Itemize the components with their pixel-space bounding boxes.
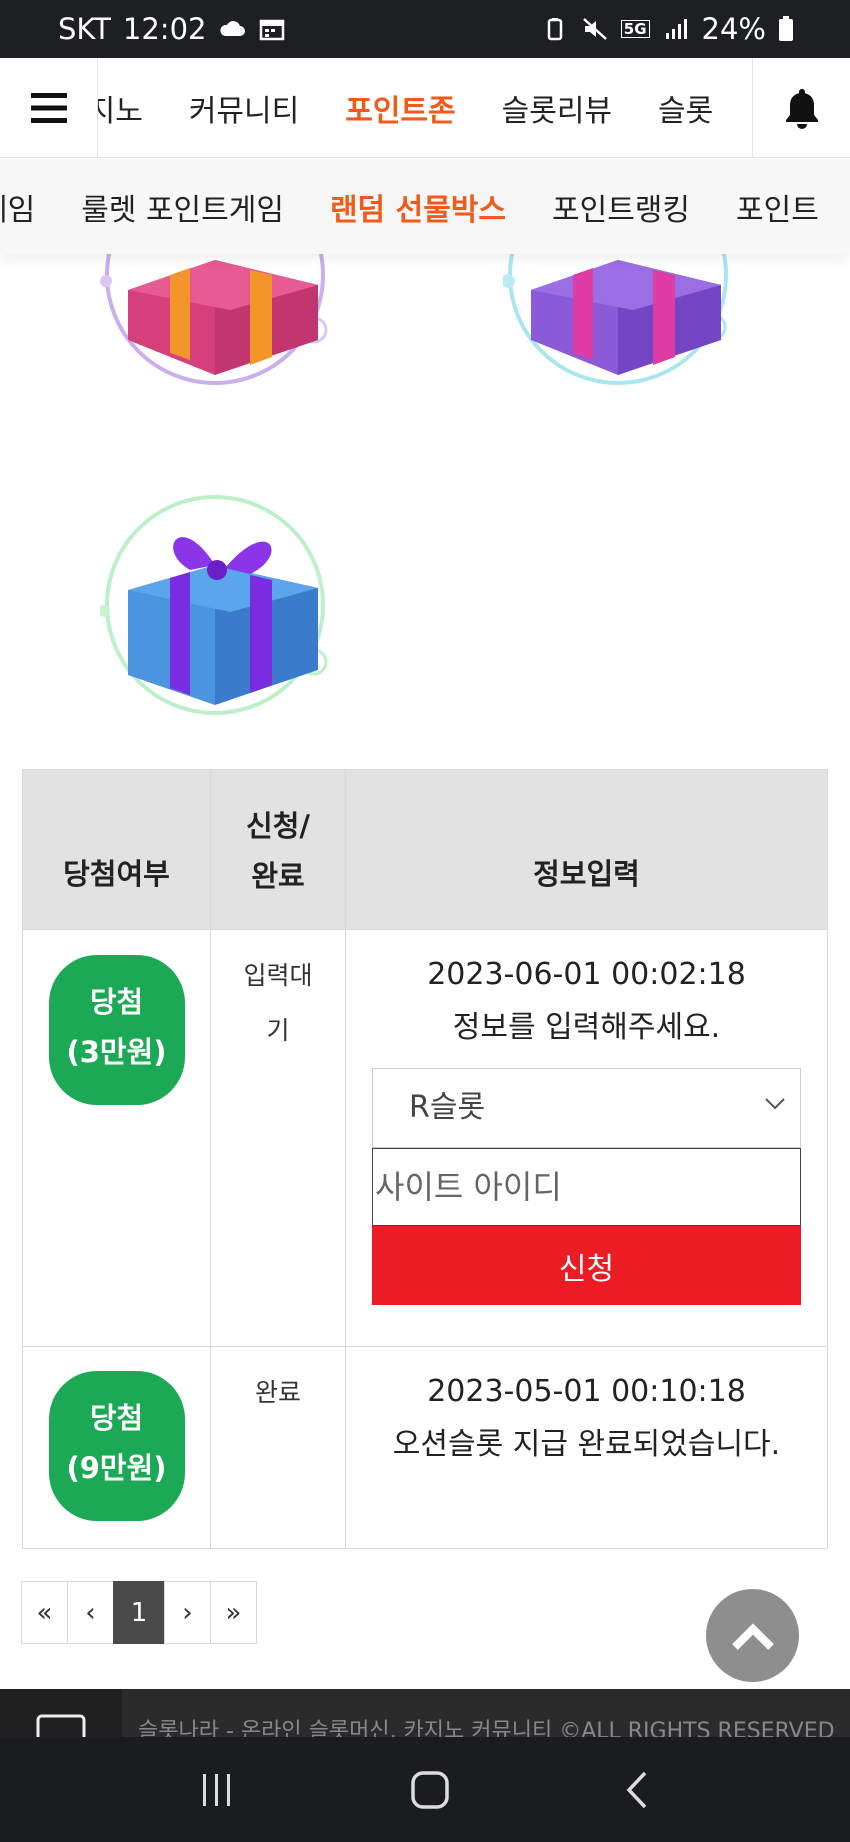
status-cell: 완료: [210, 1346, 346, 1549]
nav-item-casino[interactable]: 카지노: [98, 86, 143, 130]
footer-logo: [0, 1689, 122, 1737]
cloud-icon: [220, 21, 246, 36]
first-page-button[interactable]: «: [21, 1581, 68, 1644]
status-text-line2: 기: [266, 1016, 290, 1045]
header-status-line1: 신청/: [246, 809, 310, 843]
info-message: 오션슬롯 지급 완료되었습니다.: [392, 1427, 781, 1462]
sub-nav[interactable]: 게임 룰렛 포인트게임 랜덤 선물박스 포인트랭킹 포인트: [0, 159, 850, 254]
info-cell: 2023-06-01 00:02:18 정보를 입력해주세요. R슬롯 신청: [345, 929, 828, 1347]
result-cell: 당첨 (9만원): [22, 1346, 211, 1549]
badge-label: 당첨: [89, 1401, 144, 1435]
subnav-item-random-giftbox[interactable]: 랜덤 선물박스: [330, 185, 506, 229]
site-id-input[interactable]: [372, 1148, 801, 1226]
badge-amount: (3만원): [66, 1035, 167, 1069]
subnav-item-point-ranking[interactable]: 포인트랭킹: [552, 185, 690, 229]
bell-icon: [785, 88, 818, 129]
table-header-row: 당첨여부 신청/ 완료 정보입력: [22, 769, 828, 930]
calendar-icon: [260, 19, 285, 41]
footer-box-icon: [36, 1714, 86, 1737]
badge-label: 당첨: [89, 985, 144, 1019]
signal-icon: [665, 19, 687, 39]
prev-page-button[interactable]: ‹: [67, 1581, 114, 1644]
chevron-down-icon: [765, 1098, 785, 1110]
win-datetime: 2023-05-01 00:10:18: [427, 1374, 746, 1409]
subnav-item-game[interactable]: 게임: [0, 185, 35, 229]
nav-item-point-zone[interactable]: 포인트존: [345, 86, 455, 130]
info-message: 정보를 입력해주세요.: [452, 1010, 721, 1045]
win-badge: 당첨 (3만원): [48, 955, 185, 1105]
nav-item-community[interactable]: 커뮤니티: [189, 86, 299, 130]
pagination: « ‹ 1 › »: [21, 1581, 257, 1644]
carrier-label: SKT: [58, 12, 111, 46]
battery-saver-icon: [547, 18, 563, 41]
win-datetime: 2023-06-01 00:02:18: [427, 957, 746, 992]
apply-button[interactable]: 신청: [372, 1226, 801, 1305]
table-row: 당첨 (9만원) 완료 2023-05-01 00:10:18 오션슬롯 지급 …: [22, 1346, 828, 1549]
recent-apps-icon[interactable]: [197, 1772, 237, 1808]
system-nav-bar: [0, 1737, 850, 1842]
status-text-line1: 입력대: [243, 961, 313, 990]
back-icon[interactable]: [623, 1770, 653, 1810]
status-text-line1: 완료: [254, 1378, 301, 1407]
top-nav: 카지노 커뮤니티 포인트존 슬롯리뷰 슬롯: [0, 58, 850, 158]
top-nav-scroll[interactable]: 카지노 커뮤니티 포인트존 슬롯리뷰 슬롯: [98, 58, 752, 157]
blue-gift-box-icon[interactable]: [100, 490, 330, 720]
subnav-item-roulette[interactable]: 룰렛 포인트게임: [81, 185, 284, 229]
site-select-value: R슬롯: [409, 1090, 486, 1125]
status-cell: 입력대 기: [210, 929, 346, 1347]
header-result: 당첨여부: [22, 769, 211, 930]
notification-button[interactable]: [752, 58, 850, 157]
chevron-up-icon: [731, 1622, 774, 1650]
badge-amount: (9만원): [66, 1451, 167, 1485]
battery-percent: 24%: [701, 12, 766, 46]
page-1-button[interactable]: 1: [113, 1581, 165, 1644]
clock: 12:02: [122, 12, 207, 46]
subnav-item-point[interactable]: 포인트: [736, 185, 819, 229]
hamburger-menu-button[interactable]: [0, 58, 98, 157]
prize-table: 당첨여부 신청/ 완료 정보입력 당첨 (3만원) 입력대 기 2023-06-…: [22, 769, 828, 1549]
nav-item-slot-review[interactable]: 슬롯리뷰: [502, 86, 612, 130]
nav-item-slot[interactable]: 슬롯: [658, 86, 713, 130]
header-status: 신청/ 완료: [210, 769, 346, 930]
table-row: 당첨 (3만원) 입력대 기 2023-06-01 00:02:18 정보를 입…: [22, 929, 828, 1347]
site-select[interactable]: R슬롯: [372, 1068, 801, 1148]
scroll-top-button[interactable]: [706, 1589, 799, 1682]
header-status-line2: 완료: [251, 859, 305, 893]
result-cell: 당첨 (3만원): [22, 929, 211, 1347]
last-page-button[interactable]: »: [210, 1581, 257, 1644]
win-badge: 당첨 (9만원): [48, 1371, 185, 1521]
home-icon[interactable]: [410, 1770, 450, 1810]
info-cell: 2023-05-01 00:10:18 오션슬롯 지급 완료되었습니다.: [345, 1346, 828, 1549]
footer: 슬롯나라 - 온라인 슬롯머신, 카지노 커뮤니티 ©ALL RIGHTS RE…: [0, 1689, 850, 1737]
network-type: 5G: [620, 20, 650, 38]
battery-icon: [779, 16, 793, 41]
hamburger-icon: [30, 92, 67, 123]
footer-copyright: 슬롯나라 - 온라인 슬롯머신, 카지노 커뮤니티 ©ALL RIGHTS RE…: [138, 1719, 835, 1737]
mute-icon: [582, 18, 607, 40]
header-info: 정보입력: [345, 769, 828, 930]
status-bar: SKT 12:02 5G 24%: [0, 0, 850, 58]
next-page-button[interactable]: ›: [164, 1581, 211, 1644]
